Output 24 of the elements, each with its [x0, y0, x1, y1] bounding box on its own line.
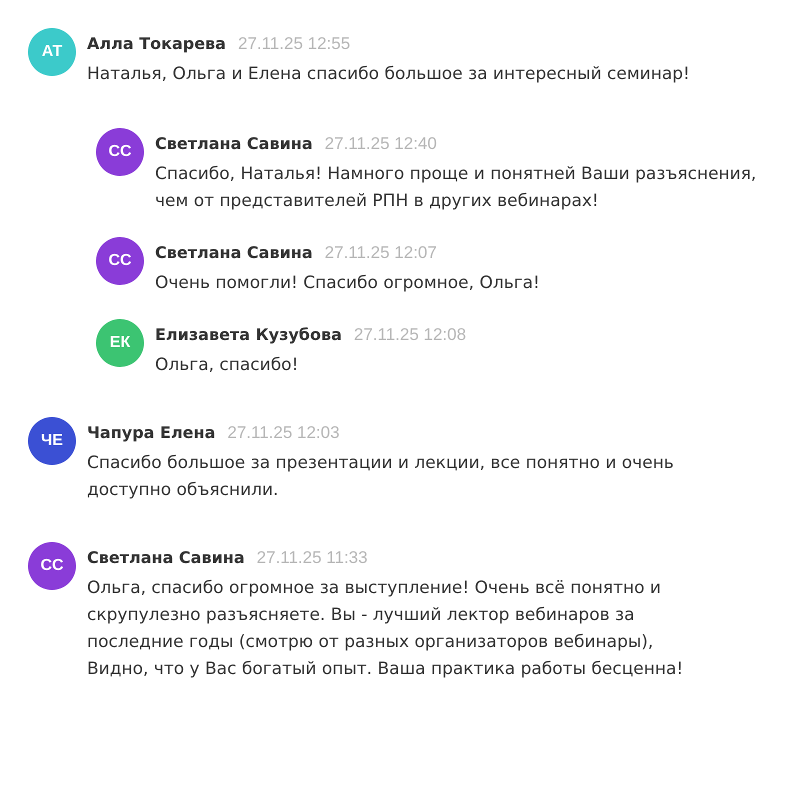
comment-text: Наталья, Ольга и Елена спасибо большое за интересный семинар! — [87, 63, 690, 86]
author-name: Алла Токарева — [87, 34, 226, 53]
comment-time: 27.11.25 12:07 — [324, 243, 437, 263]
comment-time: 27.11.25 11:33 — [256, 548, 368, 568]
user-avatar: ЕК — [96, 319, 144, 367]
author-name: Светлана Савина — [87, 548, 245, 567]
comment-text: Ольга, спасибо! — [155, 354, 300, 377]
comment-time: 27.11.25 12:08 — [354, 325, 466, 345]
comment-text: Очень помогли! Спасибо огромное, Ольга! — [155, 272, 540, 295]
user-avatar: СС — [28, 542, 76, 590]
comment-time: 27.11.25 12:55 — [238, 34, 350, 54]
comment-text: Ольга, спасибо огромное за выступление! Очень всё понятно и скрупулезно разъясняете. Вы - лучший лектор вебинаров за последние годы (смотрю от разных организаторов вебинары), Видно, что у Вас богатый опыт. Ваша практика работы бесценна! — [87, 577, 684, 681]
comment-text: Спасибо большое за презентации и лекции, все понятно и очень доступно объяснили. — [87, 452, 675, 502]
comment-time: 27.11.25 12:03 — [227, 423, 340, 443]
comment-text: Спасибо, Наталья! Намного проще и понятней Ваши разъяснения, чем от представителей РПН в других вебинарах! — [155, 163, 758, 213]
user-avatar: ЧЕ — [28, 417, 76, 465]
author-name: Елизавета Кузубова — [155, 325, 342, 344]
author-name: Светлана Савина — [155, 134, 313, 153]
comment-time: 27.11.25 12:40 — [324, 134, 437, 154]
author-name: Светлана Савина — [155, 243, 313, 262]
author-name: Чапура Елена — [87, 423, 216, 442]
user-avatar: СС — [96, 128, 144, 176]
user-avatar: СС — [96, 237, 144, 285]
user-avatar: АТ — [28, 28, 76, 76]
